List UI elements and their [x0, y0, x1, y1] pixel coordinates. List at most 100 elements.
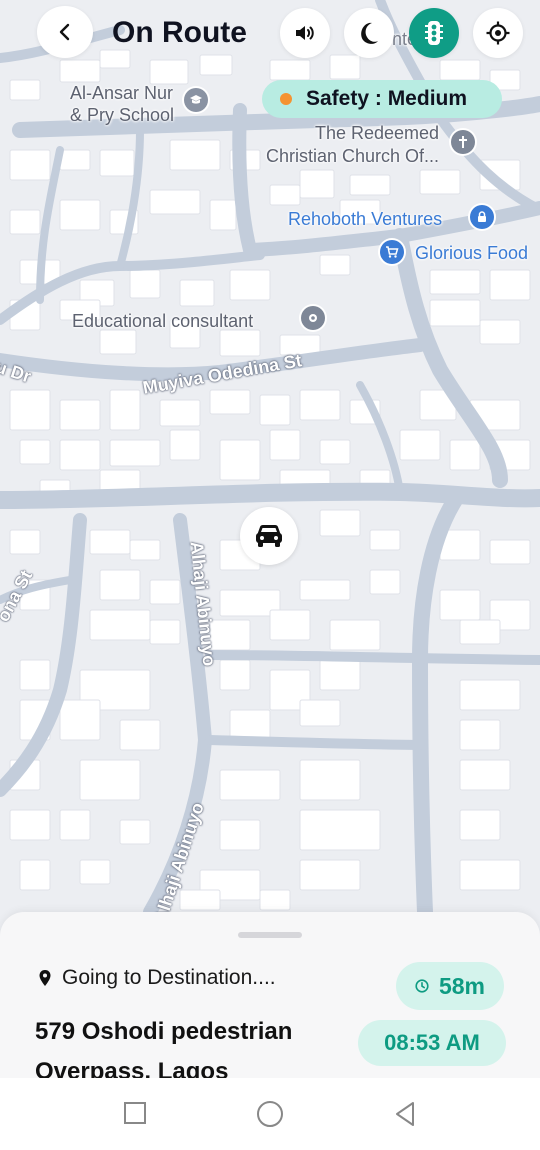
building: [59, 399, 101, 431]
building: [59, 699, 101, 741]
building: [299, 389, 341, 421]
building: [169, 139, 221, 171]
building: [159, 399, 201, 427]
building: [169, 429, 201, 461]
place-label-educational[interactable]: Educational consultant: [72, 310, 253, 333]
building: [79, 759, 141, 801]
building: [439, 589, 481, 621]
building: [329, 54, 361, 80]
building: [9, 149, 51, 181]
building: [299, 699, 341, 727]
building: [489, 539, 531, 565]
locate-button[interactable]: [473, 8, 523, 58]
building: [59, 59, 101, 83]
arrival-time-label: 08:53 AM: [384, 1030, 480, 1055]
building: [319, 509, 361, 537]
church-icon[interactable]: [451, 130, 475, 154]
shop-lock-icon[interactable]: [470, 205, 494, 229]
building: [119, 719, 161, 751]
building: [299, 759, 361, 801]
building: [179, 889, 221, 911]
building: [219, 769, 281, 801]
night-mode-button[interactable]: [344, 8, 394, 58]
building: [199, 54, 233, 76]
safety-label: Safety : Medium: [306, 87, 468, 110]
building: [459, 759, 511, 791]
building: [219, 659, 251, 691]
safety-badge[interactable]: Safety : Medium: [262, 80, 502, 118]
page-title: On Route: [112, 16, 247, 49]
building: [299, 579, 351, 601]
recent-apps-icon[interactable]: [124, 1102, 146, 1124]
building: [399, 429, 441, 461]
building: [299, 809, 381, 851]
building: [109, 439, 161, 467]
building: [419, 169, 461, 195]
trip-status-label: Going to Destination....: [62, 966, 276, 989]
crosshair-icon: [486, 21, 510, 45]
car-icon: [256, 525, 282, 547]
building: [209, 389, 251, 415]
sheet-drag-handle[interactable]: [238, 932, 302, 938]
arrival-time-chip: 08:53 AM: [358, 1020, 506, 1066]
building: [9, 389, 51, 431]
building: [269, 429, 301, 461]
building: [329, 619, 381, 651]
building: [179, 279, 215, 307]
building: [19, 439, 51, 465]
location-pin-icon: [38, 969, 52, 987]
building: [99, 329, 137, 355]
building: [9, 529, 41, 555]
building: [129, 269, 161, 299]
place-pin-icon[interactable]: [301, 306, 325, 330]
building: [219, 329, 261, 357]
building: [119, 819, 151, 845]
building: [269, 609, 311, 641]
place-label-glorious-food[interactable]: Glorious Food: [415, 242, 528, 265]
vehicle-marker[interactable]: [240, 507, 298, 565]
traffic-light-icon: [425, 21, 443, 45]
building: [219, 819, 261, 851]
back-triangle-icon[interactable]: [393, 1101, 417, 1127]
building: [479, 319, 521, 345]
building: [19, 659, 51, 691]
place-label-school[interactable]: Al-Ansar Nur & Pry School: [70, 82, 174, 126]
cart-icon[interactable]: [380, 240, 404, 264]
building: [269, 59, 311, 81]
moon-icon: [361, 22, 378, 44]
building: [59, 809, 91, 841]
building: [299, 169, 335, 199]
trip-sheet[interactable]: Going to Destination.... 579 Oshodi pede…: [0, 912, 540, 1082]
speaker-icon: [296, 26, 314, 40]
sound-button[interactable]: [280, 8, 330, 58]
building: [459, 619, 501, 645]
building: [449, 439, 481, 471]
building: [429, 269, 481, 295]
building: [109, 389, 141, 431]
building: [9, 209, 41, 235]
back-button[interactable]: [37, 6, 93, 58]
duration-chip: 58m: [396, 962, 504, 1010]
destination-address: 579 Oshodi pedestrian Overpass, Lagos: [35, 1018, 293, 1082]
building: [89, 609, 151, 641]
place-label-rehoboth[interactable]: Rehoboth Ventures: [288, 208, 442, 231]
building: [259, 889, 291, 911]
trip-status: Going to Destination....: [38, 966, 276, 990]
building: [459, 809, 501, 841]
building: [299, 859, 361, 891]
building: [459, 719, 501, 751]
traffic-button[interactable]: [409, 8, 459, 58]
clock-icon: [415, 979, 429, 993]
building: [149, 579, 181, 605]
place-label-church[interactable]: The Redeemed Christian Church Of...: [266, 122, 439, 168]
building: [59, 199, 101, 231]
chevron-left-icon: [59, 23, 70, 41]
school-icon[interactable]: [184, 88, 208, 112]
building: [9, 79, 41, 101]
building: [79, 859, 111, 885]
home-icon[interactable]: [257, 1101, 283, 1127]
building: [9, 809, 51, 841]
building: [439, 59, 481, 81]
building: [99, 569, 141, 601]
building: [319, 254, 351, 276]
